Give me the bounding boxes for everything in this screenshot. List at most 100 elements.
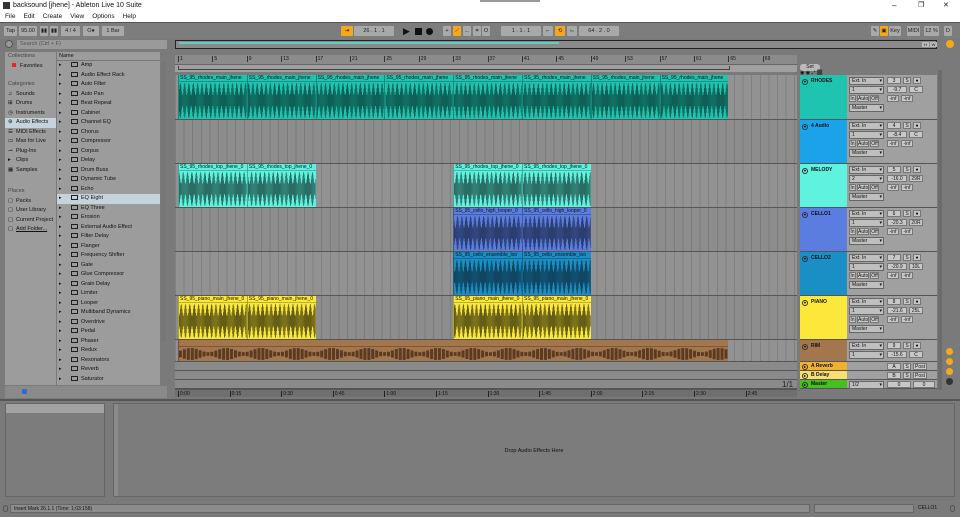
track-header[interactable]: ▾ PIANO	[800, 296, 847, 340]
loop-button[interactable]: ⟲	[555, 26, 565, 36]
audio-clip[interactable]: SS_95_rhodes_top_jhene_0	[453, 164, 522, 207]
peak-level[interactable]: -inf	[887, 184, 899, 191]
solo-button[interactable]: S	[903, 122, 911, 129]
place-0[interactable]: ▢ Packs	[5, 197, 56, 207]
browser-item[interactable]: Looper	[57, 299, 160, 309]
arm-button[interactable]: ●	[913, 122, 921, 129]
browser-item[interactable]: Beat Repeat	[57, 99, 160, 109]
browser-item[interactable]: Gate	[57, 261, 160, 271]
peak-level[interactable]: -inf	[887, 228, 899, 235]
volume-field[interactable]: -8.4	[887, 131, 907, 138]
fold-icon[interactable]: ▸	[802, 364, 808, 370]
browser-item[interactable]: Amp	[57, 61, 160, 71]
return-activator[interactable]: A	[887, 363, 901, 370]
nudge-down-button[interactable]: ▮▮	[40, 26, 48, 36]
post-button[interactable]: Post	[913, 363, 927, 370]
audio-clip[interactable]	[178, 340, 729, 361]
arrangement-overview[interactable]	[175, 40, 937, 49]
record-button[interactable]	[426, 28, 433, 35]
solo-button[interactable]: S	[903, 166, 911, 173]
solo-button[interactable]: S	[903, 254, 911, 261]
output-select[interactable]: Master	[849, 104, 884, 112]
post-button[interactable]: Post	[913, 372, 927, 379]
track-activator-button[interactable]: 4	[887, 122, 901, 129]
returns-toggle-icon[interactable]	[946, 368, 953, 375]
output-select[interactable]: Master	[849, 237, 884, 245]
audio-clip[interactable]: SS_95_cello_ensemble_loo	[453, 252, 522, 295]
fold-icon[interactable]: ▸	[802, 373, 808, 379]
browser-item[interactable]: Multiband Dynamics	[57, 308, 160, 318]
fold-icon[interactable]: ▾	[802, 300, 808, 306]
monitor-off-button[interactable]: Off	[870, 140, 879, 147]
audio-clip[interactable]: SS_95_piano_main_jhene_0	[246, 296, 316, 339]
category-drums[interactable]: ⊞ Drums	[5, 99, 56, 109]
monitor-off-button[interactable]: Off	[870, 95, 879, 102]
favorites-item[interactable]: Favorites	[5, 62, 56, 72]
monitor-auto-button[interactable]: Auto	[857, 228, 869, 235]
volume-field[interactable]: -20.3	[887, 219, 907, 226]
return-lane[interactable]	[175, 362, 797, 371]
show-detail-icon[interactable]	[950, 505, 955, 512]
track-activator-button[interactable]: 8	[887, 298, 901, 305]
browser-item[interactable]: EQ Eight	[57, 194, 160, 204]
menu-view[interactable]: View	[70, 13, 84, 20]
name-column-header[interactable]: Name	[57, 52, 160, 61]
menu-file[interactable]: File	[5, 13, 15, 20]
peak-level[interactable]: -inf	[887, 140, 899, 147]
category-max-for-live[interactable]: ▭ Max for Live	[5, 137, 56, 147]
fold-icon[interactable]: ▾	[802, 344, 808, 350]
track-activator-button[interactable]: 5	[887, 166, 901, 173]
automation-arm-button[interactable]: ⟋	[453, 26, 461, 36]
io-toggle-icon[interactable]	[946, 348, 953, 355]
pan-field[interactable]: 10L	[909, 263, 923, 270]
fit-height-button[interactable]: H	[922, 42, 929, 47]
browser-item[interactable]: Auto Filter	[57, 80, 160, 90]
audio-clip[interactable]: SS_95_piano_main_jhene_0	[522, 296, 591, 339]
menu-help[interactable]: Help	[123, 13, 136, 20]
audio-clip[interactable]: SS_95_rhodes_main_jhene	[522, 75, 591, 119]
monitor-auto-button[interactable]: Auto	[857, 184, 869, 191]
browser-item[interactable]: Redux	[57, 346, 160, 356]
track-header[interactable]: ▾ CELLO2	[800, 252, 847, 296]
audio-clip[interactable]: SS_95_cello_high_looper_0	[522, 208, 591, 251]
track-lane-cello2[interactable]: SS_95_cello_ensemble_loo SS_95_cello_ense…	[175, 252, 797, 296]
volume-field[interactable]: -20.9	[887, 263, 907, 270]
browser-item[interactable]: Phaser	[57, 337, 160, 347]
category-sounds[interactable]: ♫ Sounds	[5, 90, 56, 100]
track-header[interactable]: ▾ CELLO1	[800, 208, 847, 252]
track-activator-button[interactable]: 7	[887, 254, 901, 261]
category-samples[interactable]: ▦ Samples	[5, 166, 56, 176]
solo-button[interactable]: S	[903, 77, 911, 84]
output-select[interactable]: Master	[849, 149, 884, 157]
audio-clip[interactable]: SS_95_rhodes_top_jhene_0	[178, 164, 247, 207]
browser-item[interactable]: Cabinet	[57, 109, 160, 119]
input-channel-select[interactable]: 1	[849, 307, 884, 315]
time-signature-field[interactable]: 4 / 4	[61, 26, 80, 36]
audio-clip[interactable]: SS_95_piano_main_jhene_0	[178, 296, 247, 339]
browser-item[interactable]: Dynamic Tube	[57, 175, 160, 185]
track-header[interactable]: ▾ 4 Audio	[800, 120, 847, 164]
input-type-select[interactable]: Ext. In	[849, 298, 884, 306]
overdub-button[interactable]: +	[443, 26, 451, 36]
input-channel-select[interactable]: 1	[849, 219, 884, 227]
browser-item[interactable]: External Audio Effect	[57, 223, 160, 233]
master-volume-field[interactable]: 0	[887, 381, 911, 388]
meter-level[interactable]: -inf	[901, 184, 913, 191]
monitor-auto-button[interactable]: Auto	[857, 95, 869, 102]
fold-icon[interactable]: ▾	[802, 124, 808, 130]
input-type-select[interactable]: Ext. In	[849, 77, 884, 85]
master-track-header[interactable]: ▸ Master	[800, 380, 847, 389]
arm-button[interactable]: ●	[913, 210, 921, 217]
place-2[interactable]: ▢ Current Project	[5, 216, 56, 226]
volume-field[interactable]: -16.0	[887, 175, 907, 182]
audio-clip[interactable]: SS_95_rhodes_main_jhene	[659, 75, 729, 119]
nudge-up-button[interactable]: ▮▮	[50, 26, 58, 36]
track-lane-cello1[interactable]: SS_95_cello_high_looper_0 SS_95_cello_hig…	[175, 208, 797, 252]
menu-create[interactable]: Create	[43, 13, 63, 20]
midi-map-button[interactable]: MIDI	[907, 26, 920, 36]
place-3[interactable]: ▢ Add Folder...	[5, 225, 56, 235]
category-audio-effects[interactable]: ⊛ Audio Effects	[5, 118, 56, 128]
arm-button[interactable]: ●	[913, 254, 921, 261]
volume-field[interactable]: -21.6	[887, 307, 907, 314]
monitor-in-button[interactable]: In	[849, 95, 856, 102]
